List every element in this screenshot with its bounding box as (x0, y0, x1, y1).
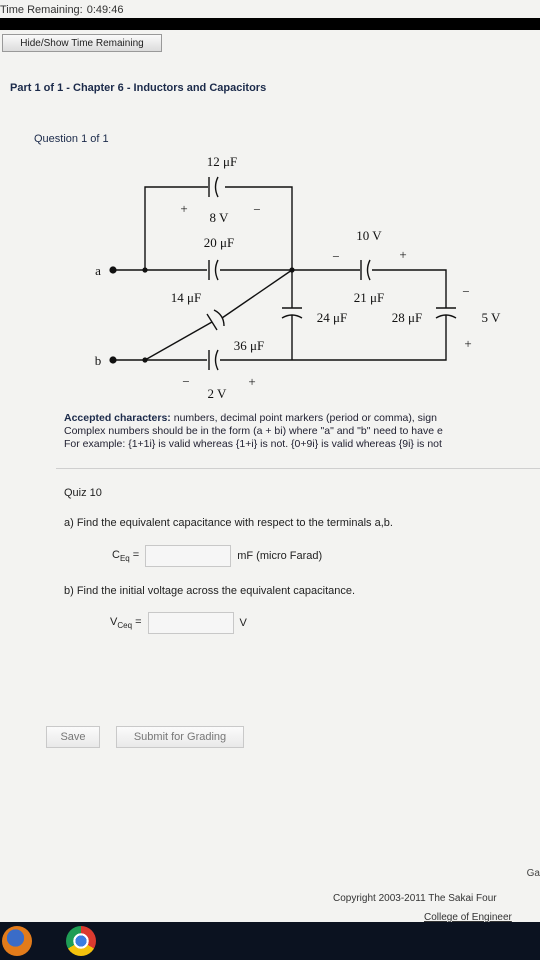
question-b-text: b) Find the initial voltage across the e… (64, 585, 356, 597)
label-top-minus: − (253, 202, 260, 217)
divider (56, 468, 540, 469)
timer-bar (0, 18, 540, 30)
accepted-line1: numbers, decimal point markers (period o… (170, 412, 437, 424)
hide-show-time-button[interactable]: Hide/Show Time Remaining (2, 34, 162, 52)
ceq-eq: = (129, 548, 140, 561)
part-title: Part 1 of 1 - Chapter 6 - Inductors and … (10, 82, 266, 94)
circuit-diagram: 12 μF + 8 V − 20 μF 10 V − + a 14 μF 21 … (95, 154, 502, 401)
vceq-row: VCeq = V (110, 612, 247, 634)
label-14uf: 14 μF (171, 290, 201, 305)
accepted-line2: Complex numbers should be in the form (a… (64, 425, 443, 437)
label-21uf: 21 μF (354, 290, 384, 305)
label-5v-plus: + (464, 336, 471, 351)
vceq-unit: V (239, 617, 247, 629)
terminal-b-label: b (95, 353, 102, 368)
label-2v-minus: − (182, 374, 189, 389)
label-24uf: 24 μF (317, 310, 347, 325)
question-a-text: a) Find the equivalent capacitance with … (64, 517, 393, 529)
vceq-label-sub: Ceq (117, 621, 133, 631)
label-12uf: 12 μF (207, 154, 237, 169)
part-sep: - (66, 82, 70, 94)
label-2v: 2 V (208, 386, 228, 401)
vceq-label: VCeq = (110, 616, 142, 630)
save-button[interactable]: Save (46, 726, 100, 748)
terminal-a-dot (109, 266, 117, 274)
part-prefix: Part (10, 82, 32, 94)
vceq-eq: = (132, 615, 142, 628)
vceq-input[interactable] (147, 612, 234, 634)
chrome-icon[interactable] (66, 926, 96, 956)
part-chapter-title: Inductors and Capacitors (133, 82, 267, 94)
label-2v-plus: + (248, 374, 255, 389)
part-chapter: Chapter 6 (73, 82, 124, 94)
ceq-label-main: C (112, 548, 120, 561)
label-20uf: 20 μF (204, 235, 234, 250)
label-36uf: 36 μF (234, 338, 264, 353)
ceq-label-sub: Eq (119, 554, 130, 564)
ceq-label: CEq = (112, 549, 139, 563)
accepted-line3: For example: {1+1i} is valid whereas {1+… (64, 438, 442, 450)
label-10v: 10 V (356, 228, 382, 243)
accepted-bold: Accepted characters: (64, 412, 171, 424)
submit-for-grading-button[interactable]: Submit for Grading (116, 726, 244, 748)
label-8v: 8 V (210, 210, 230, 225)
ceq-row: CEq = mF (micro Farad) (112, 545, 322, 567)
label-10v-plus: + (399, 247, 406, 262)
firefox-icon[interactable] (2, 926, 32, 956)
accepted-characters-note: Accepted characters: numbers, decimal po… (64, 412, 540, 451)
copyright-text: Copyright 2003-2011 The Sakai Four (333, 893, 497, 904)
label-top-plus: + (180, 201, 187, 216)
label-10v-minus: − (332, 249, 339, 264)
ceq-input[interactable] (145, 545, 232, 567)
terminal-b-dot (109, 356, 117, 364)
part-dash: - (126, 82, 131, 94)
quiz-title: Quiz 10 (64, 487, 102, 499)
ceq-unit: mF (micro Farad) (237, 550, 323, 562)
time-remaining-label: Time Remaining: 0:49:46 (0, 4, 123, 16)
label-28uf: 28 μF (392, 310, 422, 325)
footer-fragment: Ga (526, 868, 540, 879)
part-number: 1 of 1 (34, 82, 64, 94)
label-5v: 5 V (482, 310, 502, 325)
label-5v-minus: − (462, 284, 469, 299)
time-remaining-text: Time Remaining: (0, 4, 83, 16)
time-remaining-value: 0:49:46 (86, 4, 124, 16)
terminal-a-label: a (95, 263, 101, 278)
